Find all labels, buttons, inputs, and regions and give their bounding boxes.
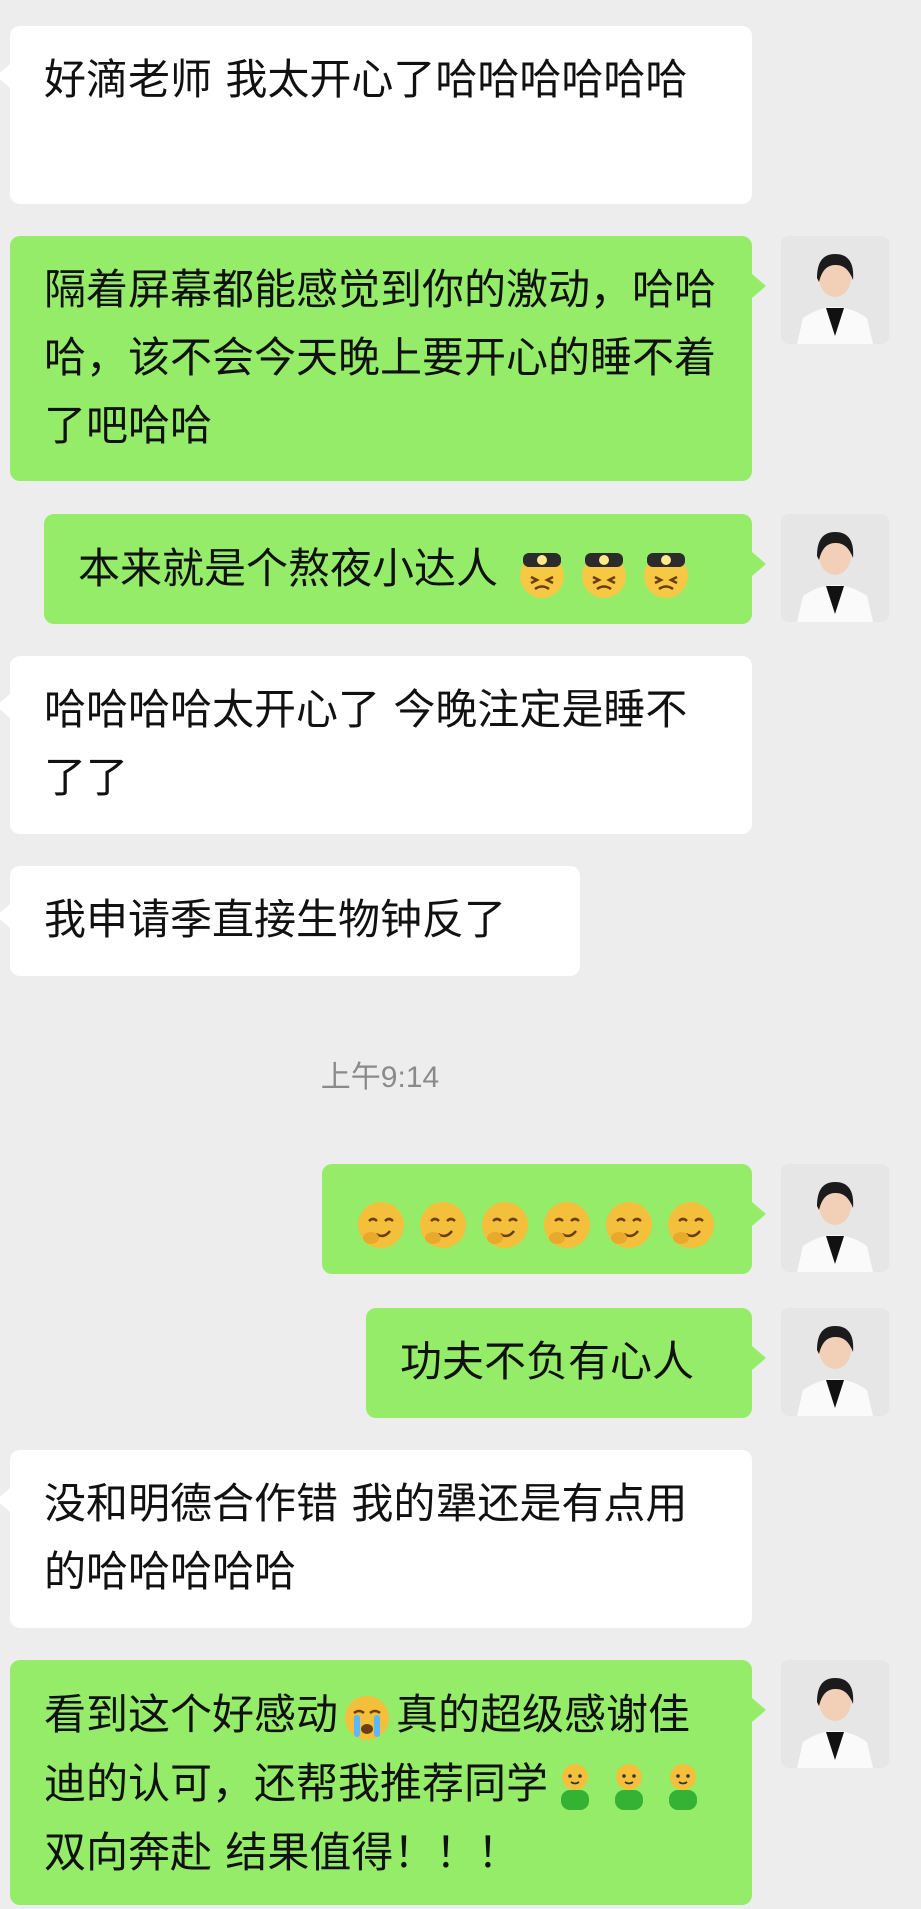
message-text: 没和明德合作错 我的犟还是有点用的哈哈哈哈哈 xyxy=(44,1479,688,1596)
smirk-emoji xyxy=(538,1196,596,1254)
buddy-emoji xyxy=(658,1760,708,1814)
message-text: 隔着屏幕都能感觉到你的激动，哈哈哈，该不会今天晚上要开心的睡不着了吧哈哈 xyxy=(44,265,717,450)
message-text: 哈哈哈哈太开心了 今晚注定是睡不了了 xyxy=(44,685,688,802)
smirk-emoji-row xyxy=(350,1197,722,1248)
avatar[interactable] xyxy=(781,514,889,622)
message-text: 好滴老师 我太开心了哈哈哈哈哈哈 xyxy=(44,55,688,104)
avatar[interactable] xyxy=(781,1308,889,1416)
person-avatar-icon xyxy=(781,514,889,622)
message-bubble-outgoing[interactable]: 看到这个好感动 真的超级感谢佳迪的认可，还帮我推荐同学 双向奔赴 结果值得！！！ xyxy=(10,1660,766,1905)
message-bubble-outgoing[interactable]: 本来就是个熬夜小达人 xyxy=(44,514,766,624)
smirk-emoji xyxy=(414,1196,472,1254)
chat-area: 好滴老师 我太开心了哈哈哈哈哈哈 隔着屏幕都能感觉到你的激动，哈哈哈，该不会今天… xyxy=(0,0,921,1909)
message-text-part: 看到这个好感动 xyxy=(44,1690,339,1739)
person-avatar-icon xyxy=(781,1308,889,1416)
smirk-emoji xyxy=(600,1196,658,1254)
smirk-emoji xyxy=(352,1196,410,1254)
miner-emoji xyxy=(575,543,633,601)
message-bubble-incoming[interactable]: 好滴老师 我太开心了哈哈哈哈哈哈 xyxy=(0,26,752,204)
timestamp: 上午9:14 xyxy=(320,1061,440,1094)
avatar[interactable] xyxy=(781,1660,889,1768)
message-bubble-incoming[interactable]: 我申请季直接生物钟反了 xyxy=(0,866,580,976)
miner-emoji xyxy=(513,543,571,601)
buddy-emoji xyxy=(604,1760,654,1814)
buddy-emoji xyxy=(550,1760,600,1814)
message-text: 我申请季直接生物钟反了 xyxy=(44,895,507,944)
person-avatar-icon xyxy=(781,1164,889,1272)
miner-emoji xyxy=(637,543,695,601)
message-bubble-outgoing[interactable]: 功夫不负有心人 xyxy=(366,1308,766,1418)
message-bubble-outgoing[interactable]: 隔着屏幕都能感觉到你的激动，哈哈哈，该不会今天晚上要开心的睡不着了吧哈哈 xyxy=(10,236,766,481)
message-text-part: 双向奔赴 结果值得！！！ xyxy=(44,1828,520,1877)
message-bubble-incoming[interactable]: 哈哈哈哈太开心了 今晚注定是睡不了了 xyxy=(0,656,752,834)
crying-emoji xyxy=(340,1691,394,1745)
message-bubble-outgoing[interactable] xyxy=(322,1164,766,1274)
message-text: 本来就是个熬夜小达人 xyxy=(78,544,499,593)
avatar[interactable] xyxy=(781,236,889,344)
smirk-emoji xyxy=(662,1196,720,1254)
person-avatar-icon xyxy=(781,1660,889,1768)
smirk-emoji xyxy=(476,1196,534,1254)
message-bubble-incoming[interactable]: 没和明德合作错 我的犟还是有点用的哈哈哈哈哈 xyxy=(0,1450,752,1628)
person-avatar-icon xyxy=(781,236,889,344)
message-text: 功夫不负有心人 xyxy=(400,1337,695,1386)
avatar[interactable] xyxy=(781,1164,889,1272)
